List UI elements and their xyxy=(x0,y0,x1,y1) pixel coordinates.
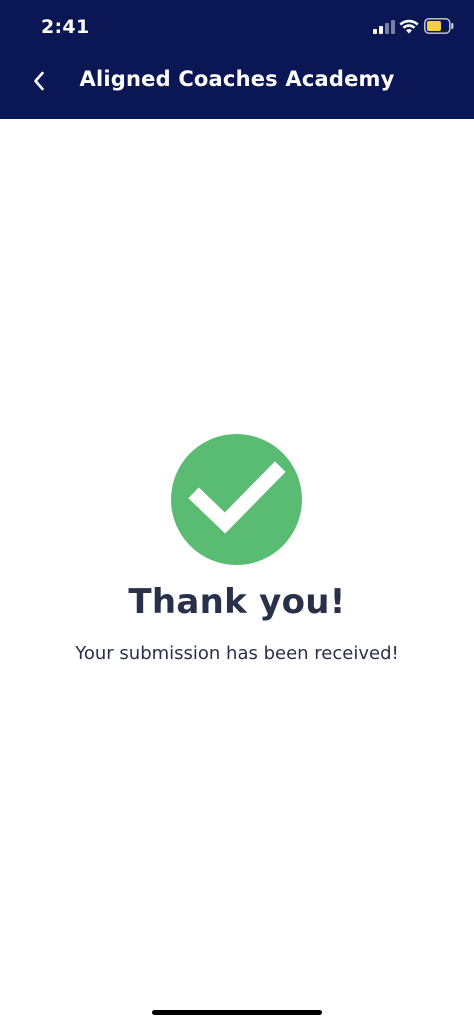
confirmation-message: Your submission has been received! xyxy=(75,643,399,664)
confirmation-content: Thank you! Your submission has been rece… xyxy=(0,119,474,1025)
app-header: 2:41 Aligned Coaches Academy xyxy=(0,0,474,119)
signal-icon xyxy=(373,20,395,34)
status-time: 2:41 xyxy=(41,16,90,38)
home-indicator[interactable] xyxy=(152,1010,322,1015)
wifi-icon xyxy=(399,19,419,34)
page-title: Aligned Coaches Academy xyxy=(79,67,395,91)
status-bar: 2:41 xyxy=(0,0,474,56)
checkmark-circle-icon xyxy=(171,434,302,565)
nav-bar: Aligned Coaches Academy xyxy=(0,56,474,119)
battery-icon xyxy=(424,18,454,34)
confirmation-title: Thank you! xyxy=(128,582,346,622)
